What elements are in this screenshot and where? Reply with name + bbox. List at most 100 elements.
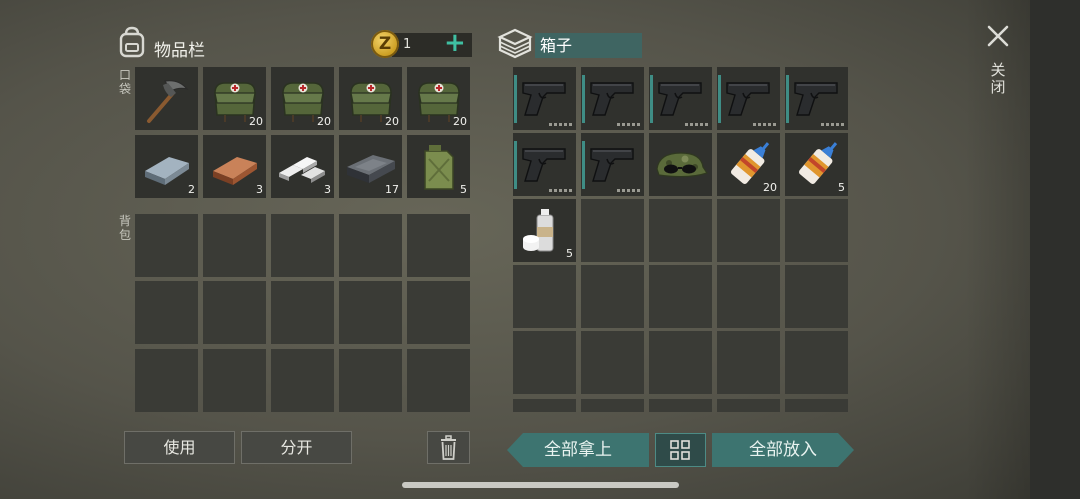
durability-dots <box>617 123 640 126</box>
box-slot-pistol[interactable] <box>649 67 712 130</box>
box-slot-pistol[interactable] <box>581 133 644 196</box>
box-slot-empty[interactable] <box>785 265 848 328</box>
home-indicator <box>402 482 679 488</box>
durability-dots <box>549 189 572 192</box>
pocket-slot-silver-ingots[interactable]: 3 <box>271 135 334 198</box>
backpack-label: 背包 <box>118 214 131 242</box>
box-slot-empty[interactable] <box>513 331 576 394</box>
durability-dots <box>685 123 708 126</box>
box-slot-empty[interactable] <box>785 199 848 262</box>
item-quantity: 20 <box>385 115 399 128</box>
box-slot-empty[interactable] <box>717 199 780 262</box>
pocket-slot-fuel-can[interactable]: 5 <box>407 135 470 198</box>
box-name-field[interactable]: 箱子 <box>535 33 642 58</box>
box-slot-pistol[interactable] <box>581 67 644 130</box>
equipped-marker <box>582 141 585 189</box>
box-slot-empty[interactable] <box>581 265 644 328</box>
item-quantity: 20 <box>453 115 467 128</box>
item-quantity: 5 <box>838 181 845 194</box>
backpack-slot-empty[interactable] <box>203 281 266 344</box>
item-quantity: 20 <box>763 181 777 194</box>
take-all-button[interactable]: 全部拿上 <box>507 433 649 467</box>
equipped-marker <box>514 75 517 123</box>
close-button[interactable]: 关闭 <box>990 62 1006 96</box>
put-all-button[interactable]: 全部放入 <box>712 433 854 467</box>
backpack-slot-empty[interactable] <box>203 349 266 412</box>
trash-icon <box>441 435 456 460</box>
backpack-slot-empty[interactable] <box>135 281 198 344</box>
item-quantity: 3 <box>256 183 263 196</box>
box-slot-empty[interactable] <box>649 199 712 262</box>
durability-dots <box>753 123 776 126</box>
box-slot-camo-cap-sunglasses[interactable] <box>649 133 712 196</box>
pocket-slot-copper-ingot[interactable]: 3 <box>203 135 266 198</box>
pocket-slot-medical-bag[interactable]: 20 <box>271 67 334 130</box>
backpack-slot-empty[interactable] <box>271 349 334 412</box>
box-slot-empty[interactable] <box>581 331 644 394</box>
inventory-title: 物品栏 <box>154 41 205 61</box>
item-quantity: 5 <box>460 183 467 196</box>
sort-button[interactable] <box>655 433 706 467</box>
backpack-slot-empty[interactable] <box>135 349 198 412</box>
box-slot-empty[interactable] <box>649 399 712 412</box>
pocket-slot-medical-bag[interactable]: 20 <box>339 67 402 130</box>
backpack-slot-empty[interactable] <box>339 214 402 277</box>
split-button[interactable]: 分开 <box>241 431 352 464</box>
box-slot-empty[interactable] <box>581 399 644 412</box>
close-icon[interactable] <box>986 24 1010 48</box>
pocket-slot-medical-bag[interactable]: 20 <box>203 67 266 130</box>
box-slot-empty[interactable] <box>785 399 848 412</box>
backpack-slot-empty[interactable] <box>271 214 334 277</box>
box-slot-glue-tube[interactable]: 5 <box>785 133 848 196</box>
box-slot-empty[interactable] <box>513 399 576 412</box>
add-coins-button[interactable]: + <box>444 29 466 57</box>
pocket-slot-pickaxe[interactable] <box>135 67 198 130</box>
box-slot-empty[interactable] <box>513 265 576 328</box>
box-slot-empty[interactable] <box>785 331 848 394</box>
equipped-marker <box>786 75 789 123</box>
grid-icon <box>670 440 690 460</box>
box-slot-pistol[interactable] <box>785 67 848 130</box>
box-slot-pistol[interactable] <box>717 67 780 130</box>
backpack-icon <box>119 26 145 58</box>
pocket-slot-iron-ingot[interactable]: 2 <box>135 135 198 198</box>
coin-count: 1 <box>403 37 412 52</box>
box-slot-empty[interactable] <box>717 331 780 394</box>
durability-dots <box>617 189 640 192</box>
backpack-slot-empty[interactable] <box>407 349 470 412</box>
box-slot-empty[interactable] <box>717 399 780 412</box>
backpack-slot-empty[interactable] <box>203 214 266 277</box>
backpack-slot-empty[interactable] <box>271 281 334 344</box>
backpack-slot-empty[interactable] <box>339 281 402 344</box>
item-quantity: 3 <box>324 183 331 196</box>
box-slot-glue-tube[interactable]: 20 <box>717 133 780 196</box>
backpack-slot-empty[interactable] <box>407 281 470 344</box>
box-slot-empty[interactable] <box>649 265 712 328</box>
box-slot-pistol[interactable] <box>513 67 576 130</box>
durability-dots <box>821 123 844 126</box>
equipped-marker <box>650 75 653 123</box>
backpack-slot-empty[interactable] <box>135 214 198 277</box>
box-slot-empty[interactable] <box>649 331 712 394</box>
pocket-slot-steel-ingot[interactable]: 17 <box>339 135 402 198</box>
equipped-marker <box>718 75 721 123</box>
item-quantity: 20 <box>317 115 331 128</box>
item-quantity: 2 <box>188 183 195 196</box>
backpack-slot-empty[interactable] <box>407 214 470 277</box>
use-button[interactable]: 使用 <box>124 431 235 464</box>
item-quantity: 20 <box>249 115 263 128</box>
trash-button[interactable] <box>427 431 470 464</box>
box-slot-empty[interactable] <box>717 265 780 328</box>
durability-dots <box>549 123 572 126</box>
pockets-label: 口袋 <box>118 68 131 96</box>
equipped-marker <box>514 141 517 189</box>
equipped-marker <box>582 75 585 123</box>
box-slot-pistol[interactable] <box>513 133 576 196</box>
box-icon <box>497 28 533 59</box>
box-slot-spray-can[interactable]: 5 <box>513 199 576 262</box>
box-slot-empty[interactable] <box>581 199 644 262</box>
item-quantity: 5 <box>566 247 573 260</box>
pocket-slot-medical-bag[interactable]: 20 <box>407 67 470 130</box>
backpack-slot-empty[interactable] <box>339 349 402 412</box>
coin-icon: Z <box>371 30 399 58</box>
